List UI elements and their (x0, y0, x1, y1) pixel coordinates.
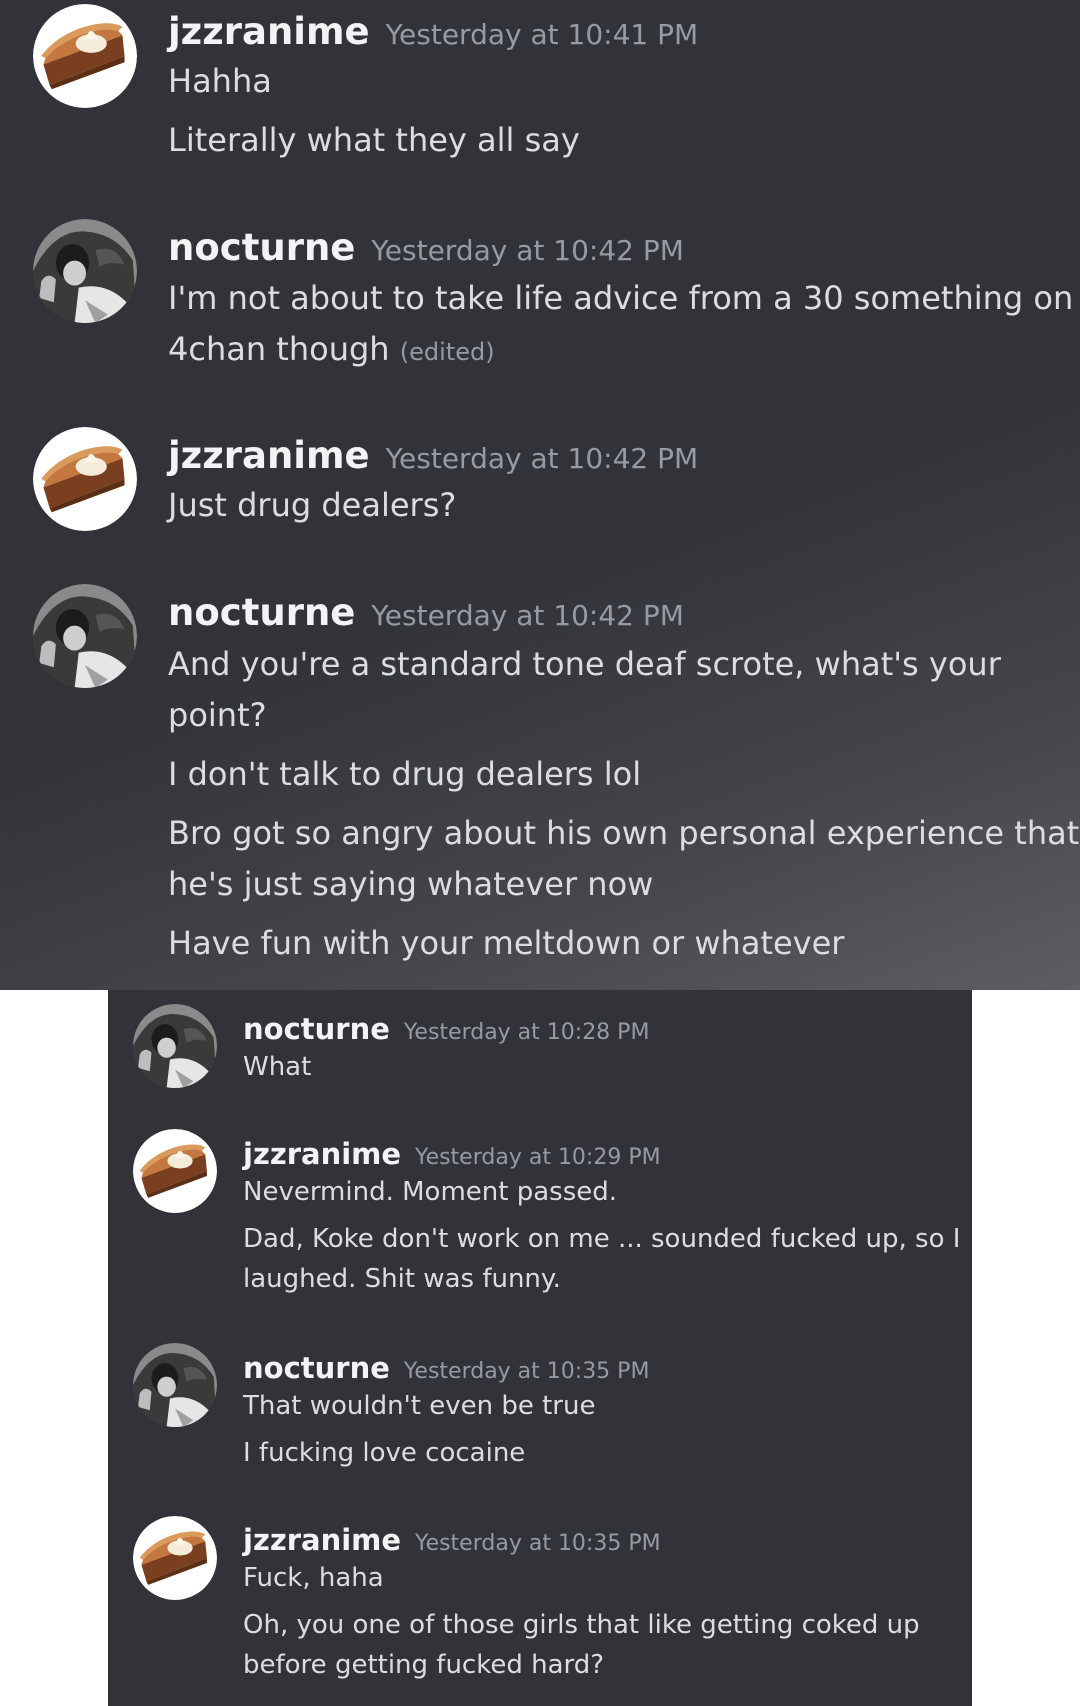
message-text: point? (168, 696, 267, 734)
message-header: jzzranime Yesterday at 10:42 PM (168, 434, 698, 477)
message-text: Dad, Koke don't work on me ... sounded f… (243, 1224, 961, 1254)
message-text: Hahha (168, 62, 272, 100)
message-text: 4chan though (edited) (168, 330, 495, 368)
timestamp: Yesterday at 10:35 PM (403, 1359, 650, 1384)
timestamp: Yesterday at 10:41 PM (385, 18, 699, 51)
message-text: laughed. Shit was funny. (243, 1264, 561, 1294)
message-header: jzzranime Yesterday at 10:29 PM (243, 1137, 661, 1171)
pie-avatar-icon[interactable] (133, 1516, 217, 1600)
pie-avatar-icon[interactable] (33, 4, 137, 108)
message-text: What (243, 1052, 312, 1082)
pie-avatar-icon[interactable] (33, 427, 137, 531)
message-text: I'm not about to take life advice from a… (168, 279, 1074, 317)
message-text: I fucking love cocaine (243, 1438, 526, 1468)
message-header: jzzranime Yesterday at 10:35 PM (243, 1523, 661, 1557)
message-text: That wouldn't even be true (243, 1391, 596, 1421)
timestamp: Yesterday at 10:28 PM (403, 1020, 650, 1045)
username[interactable]: jzzranime (168, 10, 370, 53)
chat-screenshot-bottom: nocturne Yesterday at 10:28 PM What jzzra… (108, 990, 972, 1706)
username[interactable]: nocturne (168, 226, 355, 269)
bw-photo-avatar-icon[interactable] (133, 1343, 217, 1427)
message-text: Nevermind. Moment passed. (243, 1177, 618, 1207)
timestamp: Yesterday at 10:35 PM (415, 1531, 661, 1556)
username[interactable]: jzzranime (243, 1523, 401, 1557)
bw-photo-avatar-icon[interactable] (33, 584, 137, 688)
message-text: before getting fucked hard? (243, 1650, 605, 1680)
message-header: nocturne Yesterday at 10:42 PM (168, 591, 684, 634)
bw-photo-avatar-icon[interactable] (133, 1004, 217, 1088)
timestamp: Yesterday at 10:29 PM (415, 1145, 661, 1170)
pie-avatar-icon[interactable] (133, 1129, 217, 1213)
timestamp: Yesterday at 10:42 PM (371, 234, 684, 267)
username[interactable]: nocturne (168, 591, 355, 634)
message-text: Oh, you one of those girls that like get… (243, 1610, 920, 1640)
bw-photo-avatar-icon[interactable] (33, 219, 137, 323)
username[interactable]: jzzranime (243, 1137, 401, 1171)
username[interactable]: nocturne (243, 1012, 390, 1046)
timestamp: Yesterday at 10:42 PM (371, 599, 684, 632)
message-header: nocturne Yesterday at 10:42 PM (168, 226, 684, 269)
message-text: Bro got so angry about his own personal … (168, 814, 1080, 852)
username[interactable]: nocturne (243, 1351, 390, 1385)
message-text-fragment: 4chan though (168, 330, 390, 368)
chat-screenshot-top: jzzranime Yesterday at 10:41 PM Hahha Lit… (0, 0, 1080, 990)
username[interactable]: jzzranime (168, 434, 370, 477)
message-text: Fuck, haha (243, 1563, 384, 1593)
message-text: Literally what they all say (168, 121, 580, 159)
edited-label: (edited) (399, 338, 495, 366)
message-header: jzzranime Yesterday at 10:41 PM (168, 10, 698, 53)
message-header: nocturne Yesterday at 10:35 PM (243, 1351, 649, 1385)
message-text: Just drug dealers? (168, 486, 457, 524)
message-text: And you're a standard tone deaf scrote, … (168, 645, 1001, 683)
message-text: I don't talk to drug dealers lol (168, 755, 642, 793)
message-text: Have fun with your meltdown or whatever (168, 924, 845, 962)
message-text: he's just saying whatever now (168, 865, 654, 903)
message-header: nocturne Yesterday at 10:28 PM (243, 1012, 649, 1046)
timestamp: Yesterday at 10:42 PM (385, 442, 699, 475)
